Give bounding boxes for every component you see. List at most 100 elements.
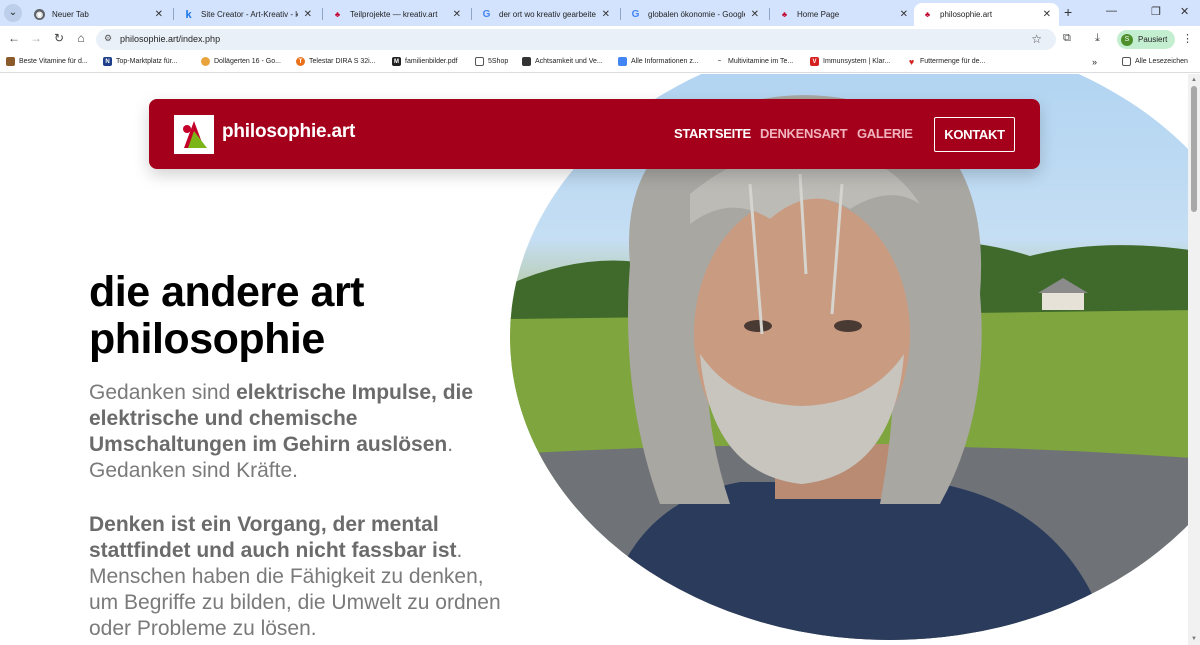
all-bookmarks-label: Alle Lesezeichen (1135, 58, 1188, 65)
download-icon[interactable]: ⤓ (1095, 32, 1100, 45)
address-bar[interactable]: ⚙ philosophie.art/index.php ☆ (96, 29, 1056, 50)
google-icon: G (482, 9, 491, 20)
bookmark-label: Dollägerten 16 - Go... (214, 58, 281, 65)
bookmark-star-icon[interactable]: ☆ (1031, 32, 1042, 46)
tab-title: globalen ökonomie - Google S (648, 10, 745, 19)
bookmark-favicon-icon: ~ (717, 58, 722, 65)
more-menu-icon[interactable]: ⋮ (1182, 32, 1193, 45)
bookmark-item[interactable]: 5Shop (475, 57, 508, 66)
close-tab-icon[interactable]: ✕ (751, 9, 759, 20)
tab-site-creator[interactable]: k Site Creator - Art-Kreativ - krea ✕ (175, 3, 320, 26)
home-icon[interactable]: ⌂ (73, 31, 89, 45)
tab-neuer-tab[interactable]: ◉ Neuer Tab ✕ (26, 3, 171, 26)
avatar: S (1121, 33, 1133, 46)
bookmark-item[interactable]: V Immunsystem | Klar... (810, 57, 890, 66)
url-text[interactable]: philosophie.art/index.php (120, 34, 220, 44)
bookmark-item[interactable]: Beste Vitamine für d... (6, 57, 88, 66)
bookmark-item[interactable]: Alle Informationen z... (618, 57, 699, 66)
new-tab-plus-icon[interactable]: + (1064, 4, 1072, 20)
tab-divider (173, 8, 174, 20)
scroll-down-arrow-icon[interactable]: ▼ (1191, 636, 1197, 642)
close-tab-icon[interactable]: ✕ (453, 9, 461, 20)
forward-arrow-icon[interactable]: → (28, 31, 44, 45)
bookmark-favicon-icon: V (810, 57, 819, 66)
bookmark-item[interactable]: Mfamilienbilder.pdf (392, 57, 458, 66)
bookmark-label: Top-Marktplatz für... (116, 58, 178, 65)
google-icon: G (631, 9, 640, 20)
reload-icon[interactable]: ↻ (51, 31, 67, 45)
tab-title: Neuer Tab (52, 10, 89, 19)
bookmark-favicon-icon (522, 57, 531, 66)
kreativ-icon: ♣ (924, 10, 931, 19)
close-window-icon[interactable]: ✕ (1180, 5, 1189, 18)
all-bookmarks-button[interactable]: Alle Lesezeichen (1122, 57, 1188, 66)
pdf-icon: M (392, 57, 401, 66)
tab-divider (471, 8, 472, 20)
docs-icon (618, 57, 627, 66)
bookmark-label: Telestar DIRA S 32i... (309, 58, 376, 65)
folder-icon (475, 57, 484, 66)
scroll-thumb[interactable] (1191, 86, 1197, 212)
web-page: philosophie.art STARTSEITE DENKENSART GA… (0, 74, 1188, 645)
kontakt-button[interactable]: KONTAKT (934, 117, 1015, 152)
extensions-puzzle-icon[interactable]: ⧉ (1063, 32, 1071, 45)
map-pin-icon (201, 57, 210, 66)
site-info-icon[interactable]: ⚙ (104, 33, 112, 44)
bookmark-favicon-icon: T (296, 57, 305, 66)
para1-text-pre: Gedanken sind (89, 381, 237, 404)
tab-title: der ort wo kreativ gearbeitet w (499, 10, 596, 19)
tab-title: Teilprojekte — kreativ.art (350, 10, 438, 19)
tab-divider (620, 8, 621, 20)
bookmark-label: familienbilder.pdf (405, 58, 458, 65)
bookmark-item[interactable]: Dollägerten 16 - Go... (201, 57, 281, 66)
tab-philosophie-art[interactable]: ♣ philosophie.art ✕ (914, 3, 1059, 26)
k-icon: k (185, 8, 192, 21)
tab-title: Site Creator - Art-Kreativ - krea (201, 10, 298, 19)
tab-divider (769, 8, 770, 20)
profile-label: Pausiert (1138, 35, 1168, 44)
back-arrow-icon[interactable]: ← (6, 31, 22, 45)
tab-divider (322, 8, 323, 20)
tab-teilprojekte[interactable]: ♣ Teilprojekte — kreativ.art ✕ (324, 3, 469, 26)
close-tab-icon[interactable]: ✕ (155, 9, 163, 20)
bookmark-item[interactable]: N Top-Marktplatz für... (103, 57, 177, 66)
site-logo-text[interactable]: philosophie.art (222, 121, 355, 143)
bookmark-item[interactable]: T Telestar DIRA S 32i... (296, 57, 376, 66)
page-scrollbar[interactable]: ▲ ▼ (1188, 74, 1200, 645)
bookmark-item[interactable]: Achtsamkeit und Ve... (522, 57, 603, 66)
bookmark-label: Multivitamine im Te... (728, 58, 794, 65)
kreativ-icon: ♣ (781, 10, 788, 19)
profile-button[interactable]: S Pausiert (1117, 30, 1176, 49)
logo-icon[interactable] (174, 115, 214, 154)
tab-der-ort[interactable]: G der ort wo kreativ gearbeitet w ✕ (473, 3, 618, 26)
bookmark-label: Beste Vitamine für d... (19, 58, 88, 65)
restore-icon[interactable]: ❐ (1151, 5, 1161, 18)
hero-paragraph-1: Gedanken sind elektrische Impulse, die e… (89, 380, 509, 484)
bookmark-favicon-icon: N (103, 57, 112, 66)
nav-link-galerie[interactable]: GALERIE (857, 126, 913, 141)
bookmark-item[interactable]: ♥ Futtermenge für de... (907, 57, 986, 67)
bookmark-label: Futtermenge für de... (920, 58, 986, 65)
scroll-up-arrow-icon[interactable]: ▲ (1191, 77, 1197, 83)
close-tab-icon[interactable]: ✕ (900, 9, 908, 20)
kreativ-icon: ♣ (334, 10, 341, 19)
close-tab-icon[interactable]: ✕ (1043, 9, 1051, 20)
tab-home-page[interactable]: ♣ Home Page ✕ (771, 3, 916, 26)
bookmarks-overflow-icon[interactable]: » (1092, 57, 1097, 67)
nav-link-startseite[interactable]: STARTSEITE (674, 126, 751, 141)
tab-title: philosophie.art (940, 10, 993, 19)
tab-globalen-oekonomie[interactable]: G globalen ökonomie - Google S ✕ (622, 3, 767, 26)
browser-toolbar: ← → ↻ ⌂ ⚙ philosophie.art/index.php ☆ ⧉ … (0, 26, 1200, 53)
bookmark-label: 5Shop (488, 58, 509, 65)
bookmark-item[interactable]: ~ Multivitamine im Te... (715, 57, 794, 66)
folder-icon (1122, 57, 1131, 66)
close-tab-icon[interactable]: ✕ (304, 9, 312, 20)
minimize-icon[interactable]: — (1106, 5, 1117, 17)
tab-strip: ⌄ ◉ Neuer Tab ✕ k Site Creator - Art-Kre… (0, 0, 1200, 26)
tab-search-chevron-icon[interactable]: ⌄ (4, 4, 22, 22)
nav-link-denkensart[interactable]: DENKENSART (760, 126, 848, 141)
bookmark-label: Alle Informationen z... (631, 58, 699, 65)
bookmark-label: Immunsystem | Klar... (823, 58, 891, 65)
close-tab-icon[interactable]: ✕ (602, 9, 610, 20)
bookmark-favicon-icon (6, 57, 15, 66)
